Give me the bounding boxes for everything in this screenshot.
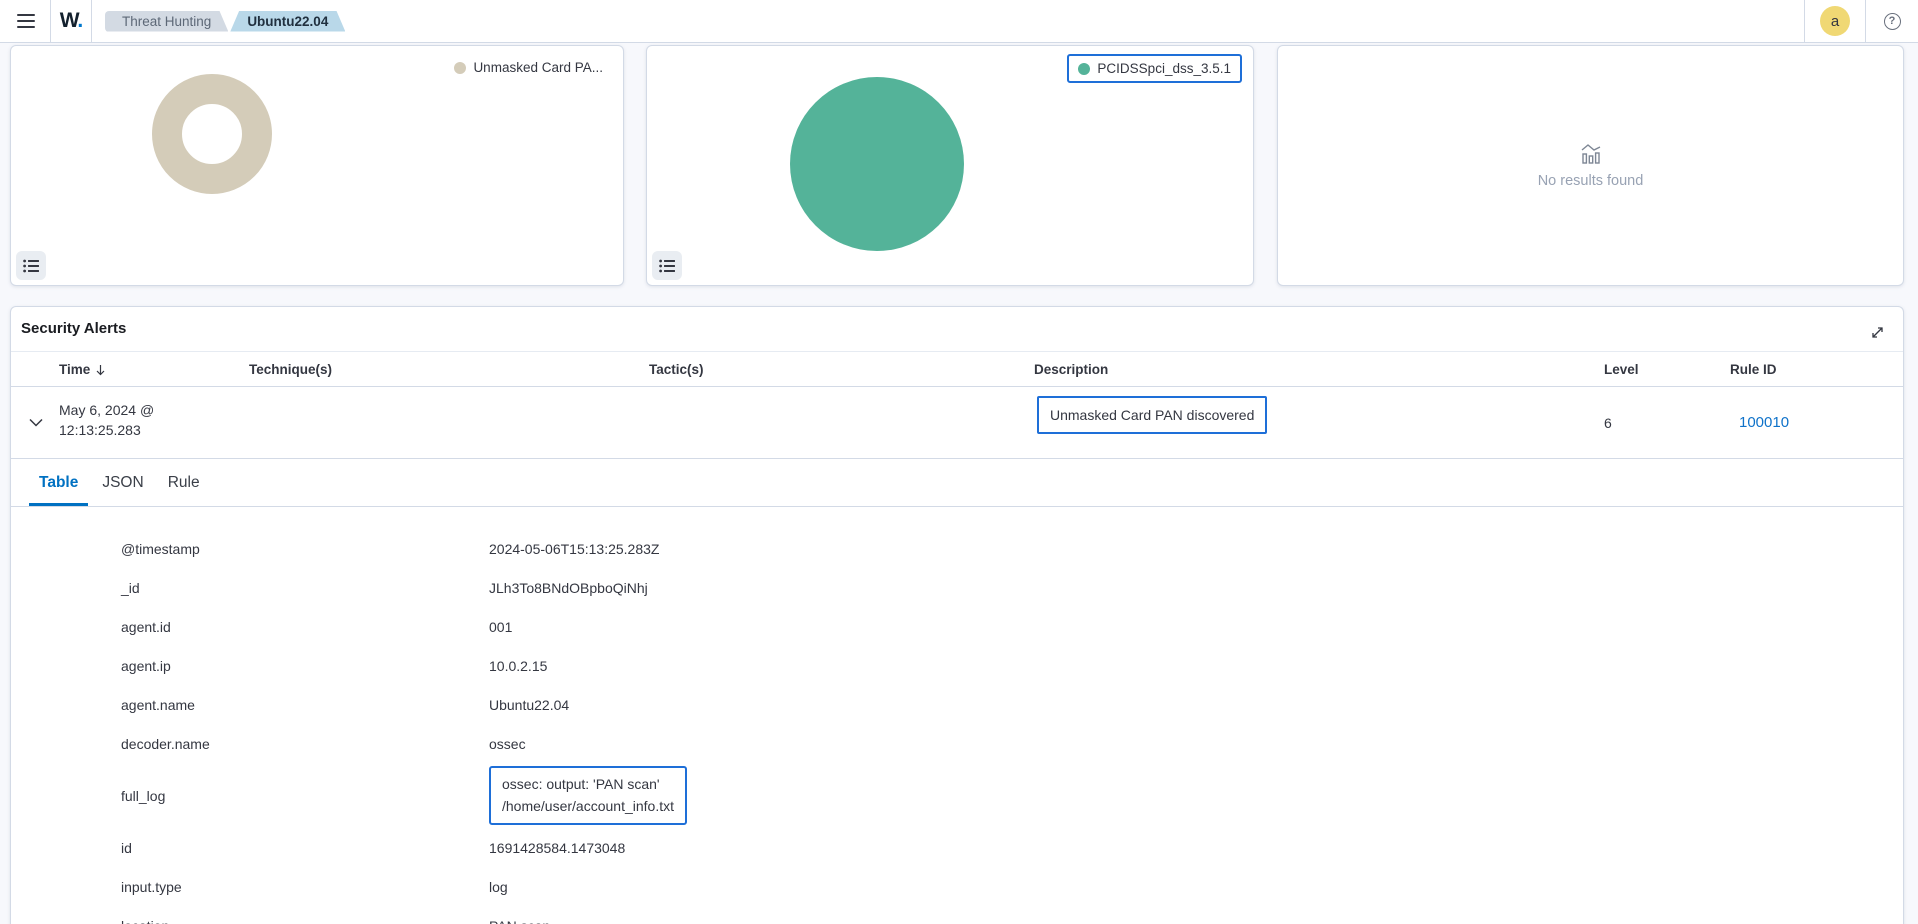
tab-json[interactable]: JSON bbox=[92, 474, 153, 506]
breadcrumb-agent-ubuntu22-04[interactable]: Ubuntu22.04 bbox=[230, 11, 345, 32]
alert-time: May 6, 2024 @ 12:13:25.283 bbox=[59, 402, 155, 439]
full-log-value-highlighted: ossec: output: 'PAN scan' /home/user/acc… bbox=[489, 766, 687, 826]
detail-key: agent.name bbox=[121, 696, 195, 713]
detail-key: full_log bbox=[121, 787, 166, 804]
top-navigation-bar: W. Threat Hunting Ubuntu22.04 a ? bbox=[0, 0, 1918, 43]
detail-tabs: Table JSON Rule bbox=[11, 459, 1903, 507]
detail-key: decoder.name bbox=[121, 735, 210, 752]
detail-key: agent.id bbox=[121, 618, 171, 635]
menu-icon[interactable] bbox=[13, 8, 39, 34]
detail-row: agent.id 001 bbox=[121, 607, 1903, 646]
alert-detail-table: @timestamp 2024-05-06T15:13:25.283Z _id … bbox=[11, 507, 1903, 924]
detail-row: decoder.name ossec bbox=[121, 724, 1903, 763]
breadcrumb: Threat Hunting Ubuntu22.04 bbox=[105, 11, 345, 32]
alert-description-highlighted: Unmasked Card PAN discovered bbox=[1037, 396, 1268, 434]
legend-toggle-button[interactable] bbox=[16, 251, 46, 280]
detail-value: ossec bbox=[489, 735, 526, 752]
rule-id-link[interactable]: 100010 bbox=[1730, 414, 1789, 431]
detail-key: agent.ip bbox=[121, 657, 171, 674]
column-header-tactics[interactable]: Tactic(s) bbox=[649, 352, 1034, 386]
donut-chart-panel: Unmasked Card PA... bbox=[10, 45, 624, 286]
legend-dot-icon bbox=[454, 61, 467, 74]
collapse-row-icon[interactable] bbox=[25, 412, 47, 434]
no-results-text: No results found bbox=[1537, 172, 1644, 189]
legend-label: PCIDSSpci_dss_3.5.1 bbox=[1097, 61, 1231, 76]
detail-key: _id bbox=[121, 579, 140, 596]
divider bbox=[1865, 0, 1866, 43]
detail-value: JLh3To8BNdOBpboQiNhj bbox=[489, 579, 648, 596]
security-alerts-panel: Security Alerts Time Technique(s) Tactic… bbox=[10, 306, 1904, 924]
alert-table-row[interactable]: May 6, 2024 @ 12:13:25.283 Unmasked Card… bbox=[11, 387, 1903, 459]
legend-dot-icon bbox=[1078, 62, 1091, 75]
detail-row: _id JLh3To8BNdOBpboQiNhj bbox=[121, 568, 1903, 607]
detail-row: location PAN scan bbox=[121, 906, 1903, 924]
legend-item-unmasked-card-pan[interactable]: Unmasked Card PA... bbox=[454, 60, 603, 75]
detail-value: 10.0.2.15 bbox=[489, 657, 548, 674]
user-avatar[interactable]: a bbox=[1820, 6, 1850, 36]
logo-dot: . bbox=[77, 9, 83, 32]
detail-key: location bbox=[121, 918, 489, 924]
detail-key: id bbox=[121, 839, 132, 856]
alerts-table-header: Time Technique(s) Tactic(s) Description … bbox=[11, 351, 1903, 387]
wazuh-dashboard: W. Threat Hunting Ubuntu22.04 a ? Unmask… bbox=[0, 0, 1918, 924]
detail-value: 2024-05-06T15:13:25.283Z bbox=[489, 540, 660, 557]
detail-value: PAN scan bbox=[489, 918, 1903, 924]
tab-rule[interactable]: Rule bbox=[158, 474, 210, 506]
help-icon[interactable]: ? bbox=[1882, 11, 1902, 31]
alert-tactics bbox=[649, 387, 1034, 458]
alert-techniques bbox=[249, 387, 649, 458]
expand-icon[interactable] bbox=[1867, 322, 1887, 342]
bar-chart-icon bbox=[1581, 143, 1600, 164]
list-icon bbox=[659, 259, 675, 272]
legend-label: Unmasked Card PA... bbox=[473, 60, 603, 75]
wazuh-logo[interactable]: W. bbox=[51, 9, 91, 33]
donut-chart[interactable] bbox=[152, 74, 272, 194]
detail-row-full-log: full_log ossec: output: 'PAN scan' /home… bbox=[121, 763, 1903, 828]
detail-key: @timestamp bbox=[121, 540, 200, 557]
detail-row: agent.name Ubuntu22.04 bbox=[121, 685, 1903, 724]
column-header-description[interactable]: Description bbox=[1034, 352, 1604, 386]
divider bbox=[91, 0, 92, 43]
detail-key: input.type bbox=[121, 878, 182, 895]
detail-value: 1691428584.1473048 bbox=[489, 839, 626, 856]
detail-value: log bbox=[489, 878, 508, 895]
column-header-rule-id[interactable]: Rule ID bbox=[1730, 352, 1895, 386]
column-header-time[interactable]: Time bbox=[59, 352, 249, 386]
divider bbox=[1804, 0, 1805, 43]
detail-row: input.type log bbox=[121, 867, 1903, 906]
legend-toggle-button[interactable] bbox=[652, 251, 682, 280]
logo-text: W bbox=[59, 9, 79, 32]
list-icon bbox=[23, 259, 39, 272]
detail-row: id 1691428584.1473048 bbox=[121, 828, 1903, 867]
column-header-level[interactable]: Level bbox=[1604, 352, 1730, 386]
breadcrumb-threat-hunting[interactable]: Threat Hunting bbox=[105, 11, 228, 32]
alert-level: 6 bbox=[1604, 414, 1612, 431]
pie-chart-panel: PCIDSSpci_dss_3.5.1 bbox=[646, 45, 1254, 286]
detail-value: 001 bbox=[489, 618, 513, 635]
legend-item-pcidss-highlighted[interactable]: PCIDSSpci_dss_3.5.1 bbox=[1067, 54, 1242, 83]
pie-chart[interactable] bbox=[790, 77, 964, 251]
column-header-techniques[interactable]: Technique(s) bbox=[249, 352, 649, 386]
tab-table[interactable]: Table bbox=[29, 474, 89, 506]
sort-desc-icon bbox=[96, 364, 105, 375]
detail-value: Ubuntu22.04 bbox=[489, 696, 570, 713]
detail-row: @timestamp 2024-05-06T15:13:25.283Z bbox=[121, 529, 1903, 568]
empty-results-panel: No results found bbox=[1277, 45, 1904, 286]
detail-row: agent.ip 10.0.2.15 bbox=[121, 646, 1903, 685]
security-alerts-title: Security Alerts bbox=[21, 320, 127, 337]
